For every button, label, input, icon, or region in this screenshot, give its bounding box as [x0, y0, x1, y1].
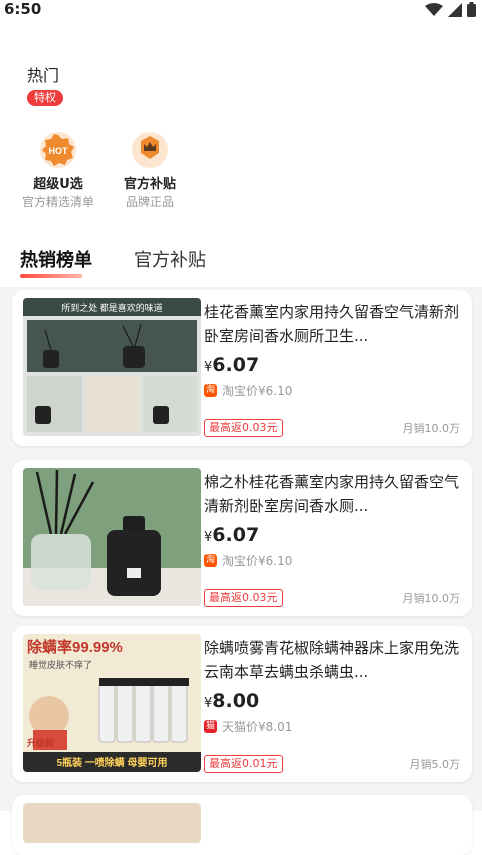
product-image-banner: 5瓶装 一喷除螨 母婴可用	[56, 756, 167, 769]
platform-price: 天猫价¥8.01	[222, 720, 293, 734]
platform-price-row: 淘 淘宝价¥6.10	[204, 382, 292, 399]
wifi-icon	[425, 2, 443, 16]
battery-icon	[467, 2, 476, 17]
monthly-sales: 月销10.0万	[402, 592, 461, 605]
product-title: 桂花香薰室内家用持久留香空气清新剂卧室房间香水厕所卫生...	[204, 303, 460, 345]
monthly-sales: 月销5.0万	[409, 758, 461, 771]
platform-price: 淘宝价¥6.10	[222, 554, 293, 568]
hot-title: 热门	[27, 66, 60, 85]
tmall-icon: 猫	[204, 720, 217, 733]
signal-icon	[448, 2, 462, 17]
feature-super-u-select[interactable]: HOT 超级U选 官方精选清单	[8, 130, 108, 210]
product-image-text: 所到之处 都是喜欢的味道	[61, 302, 163, 313]
crown-icon	[132, 132, 168, 168]
product-price: 6.07	[212, 524, 260, 546]
monthly-sales: 月销10.0万	[402, 422, 461, 435]
product-price: 8.00	[212, 690, 260, 712]
status-bar: 6:50	[0, 0, 482, 24]
feature-official-subsidy[interactable]: 官方补贴 品牌正品	[100, 130, 200, 210]
product-card[interactable]: 所到之处 都是喜欢的味道 桂花香薰室内家用持久留香空气清新剂卧室房间香水厕所卫生…	[12, 290, 472, 446]
price-row: ¥8.00	[204, 690, 259, 712]
product-image-headline: 除螨率99.99%	[27, 638, 123, 656]
feature-subtitle: 品牌正品	[125, 195, 174, 209]
product-image: 所到之处 都是喜欢的味道	[23, 298, 201, 436]
platform-price: 淘宝价¥6.10	[222, 384, 293, 398]
status-time: 6:50	[4, 0, 42, 18]
feature-title: 超级U选	[33, 177, 83, 192]
product-image-subline: 睡觉皮肤不痒了	[29, 659, 92, 670]
hot-section-header: 热门 特权	[27, 66, 63, 106]
tab-hot-sales[interactable]: 热销榜单	[20, 248, 92, 278]
rebate-badge: 最高返0.03元	[204, 589, 283, 607]
product-card[interactable]: 棉之朴桂花香薰室内家用持久留香空气清新剂卧室房间香水厕... ¥6.07 淘 淘…	[12, 460, 472, 616]
platform-price-row: 淘 淘宝价¥6.10	[204, 552, 292, 569]
taobao-icon: 淘	[204, 554, 217, 567]
price-row: ¥6.07	[204, 524, 259, 546]
tab-official-subsidy[interactable]: 官方补贴	[134, 248, 206, 274]
hot-badge-icon: HOT	[40, 132, 76, 168]
product-image-tag: 升级款	[27, 737, 55, 748]
feature-subtitle: 官方精选清单	[21, 195, 94, 209]
tab-bar: 热销榜单 官方补贴	[20, 248, 206, 278]
product-image	[23, 803, 201, 843]
rebate-badge: 最高返0.03元	[204, 419, 283, 437]
product-card[interactable]: 除螨率99.99% 睡觉皮肤不痒了 升级款 5瓶装 一喷除螨 母婴可用 除螨喷雾…	[12, 626, 472, 782]
privilege-badge: 特权	[27, 90, 63, 106]
taobao-icon: 淘	[204, 384, 217, 397]
product-card[interactable]	[12, 795, 472, 855]
rebate-badge: 最高返0.01元	[204, 755, 283, 773]
platform-price-row: 猫 天猫价¥8.01	[204, 718, 292, 735]
product-title: 除螨喷雾青花椒除螨神器床上家用免洗云南本草去螨虫杀螨虫...	[204, 639, 460, 681]
product-image	[23, 468, 201, 606]
status-icons	[425, 2, 476, 17]
feature-title: 官方补贴	[123, 177, 176, 192]
price-row: ¥6.07	[204, 354, 259, 376]
hot-badge-text: HOT	[49, 146, 69, 156]
product-title: 棉之朴桂花香薰室内家用持久留香空气清新剂卧室房间香水厕...	[204, 473, 460, 515]
product-price: 6.07	[212, 354, 260, 376]
product-image: 除螨率99.99% 睡觉皮肤不痒了 升级款 5瓶装 一喷除螨 母婴可用	[23, 634, 201, 772]
